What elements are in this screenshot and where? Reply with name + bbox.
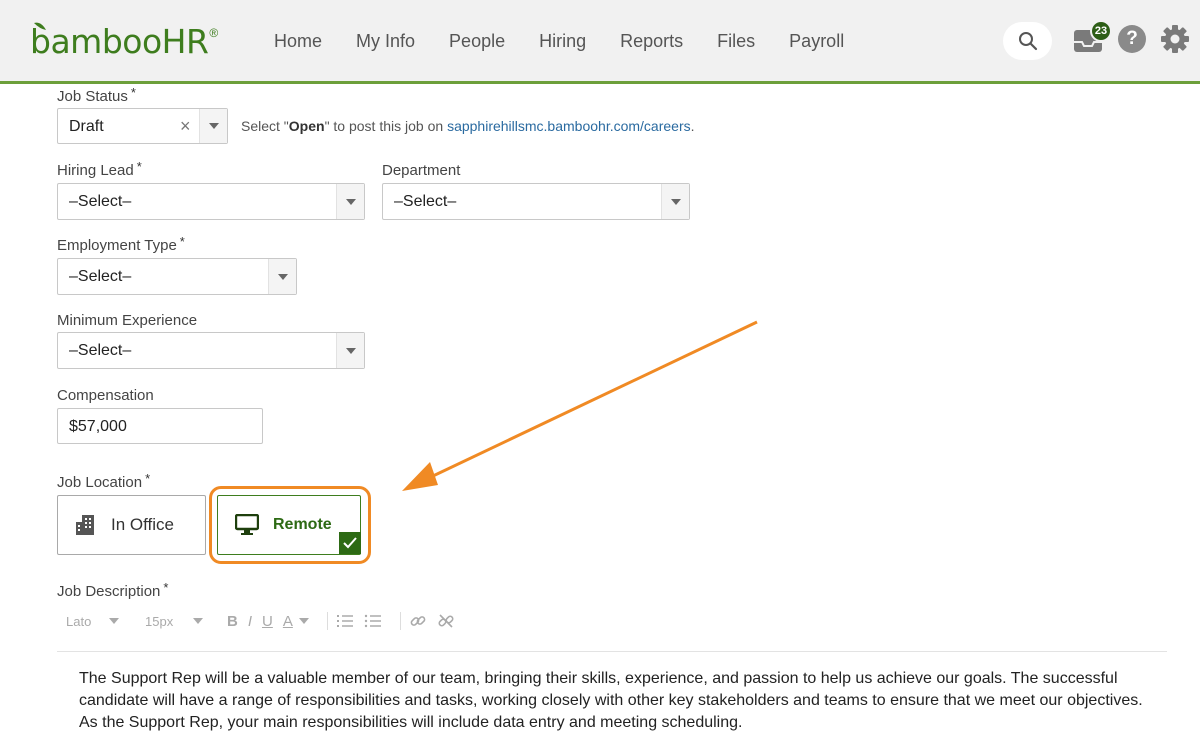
font-family-value: Lato — [66, 613, 92, 629]
annotation-arrow — [402, 320, 758, 491]
careers-link[interactable]: sapphirehillsmc.bamboohr.com/careers — [447, 118, 691, 134]
link-icon[interactable] — [409, 612, 427, 630]
chevron-down-icon[interactable] — [199, 109, 227, 143]
chevron-down-icon[interactable] — [268, 259, 296, 294]
unlink-icon[interactable] — [437, 612, 455, 630]
min-experience-select[interactable]: –Select– — [57, 332, 365, 369]
font-size-value: 15px — [145, 613, 174, 629]
editor-divider — [57, 651, 1167, 652]
chevron-down-icon[interactable] — [336, 333, 364, 368]
bold-button[interactable]: B — [227, 613, 238, 630]
toolbar-divider — [326, 612, 328, 630]
bamboohr-logo[interactable]: bamboo HR ® — [30, 18, 218, 62]
employment-type-label: Employment Type * — [57, 234, 185, 254]
employment-type-select[interactable]: –Select– — [57, 258, 297, 295]
job-description-label-text: Job Description — [57, 583, 161, 600]
job-status-value: Draft — [69, 118, 104, 135]
nav-files[interactable]: Files — [717, 28, 755, 54]
job-description-editor[interactable]: The Support Rep will be a valuable membe… — [79, 668, 1159, 734]
employment-type-value: –Select– — [69, 268, 132, 285]
nav-reports[interactable]: Reports — [620, 28, 683, 54]
clear-icon[interactable]: × — [180, 116, 191, 137]
help-icon[interactable]: ? — [1118, 25, 1146, 53]
inbox-count-badge: 23 — [1090, 20, 1112, 42]
chevron-down-icon[interactable] — [336, 184, 364, 219]
nav-home[interactable]: Home — [274, 28, 322, 54]
top-header: bamboo HR ® Home My Info People Hiring Rep… — [0, 0, 1200, 84]
required-mark: * — [179, 234, 185, 249]
department-value: –Select– — [394, 193, 457, 210]
search-icon — [1018, 32, 1037, 51]
hint-open: Open — [288, 118, 325, 134]
leaf-icon — [34, 22, 46, 30]
hint-prefix: Select " — [241, 118, 289, 134]
main-nav: Home My Info People Hiring Reports Files… — [274, 28, 878, 54]
bullet-list-icon[interactable] — [364, 613, 382, 629]
ordered-list-icon[interactable] — [336, 613, 354, 629]
job-status-hint: Select "Open" to post this job on sapphi… — [241, 118, 695, 134]
min-experience-value: –Select– — [69, 342, 132, 359]
logo-hr: HR — [161, 22, 209, 61]
hiring-lead-value: –Select– — [69, 193, 132, 210]
chevron-down-icon[interactable] — [661, 184, 689, 219]
search-button[interactable] — [1003, 22, 1052, 60]
toolbar-divider — [399, 612, 401, 630]
nav-payroll[interactable]: Payroll — [789, 28, 844, 54]
nav-hiring[interactable]: Hiring — [539, 28, 586, 54]
nav-my-info[interactable]: My Info — [356, 28, 415, 54]
min-experience-label: Minimum Experience — [57, 312, 198, 329]
job-status-label-text: Job Status — [57, 88, 128, 105]
building-icon — [76, 515, 94, 535]
hiring-lead-select[interactable]: –Select– — [57, 183, 365, 220]
hint-mid: " to post this job on — [324, 118, 448, 134]
font-size-select[interactable]: 15px — [145, 614, 217, 629]
job-status-select[interactable]: Draft × — [57, 108, 228, 144]
required-mark: * — [163, 580, 169, 595]
in-office-label: In Office — [111, 515, 174, 534]
underline-button[interactable]: U — [262, 613, 273, 630]
nav-people[interactable]: People — [449, 28, 505, 54]
hiring-lead-label: Hiring Lead * — [57, 159, 142, 179]
italic-button[interactable]: I — [248, 613, 252, 630]
text-color-button[interactable]: A — [283, 613, 309, 630]
compensation-input[interactable]: $57,000 — [57, 408, 263, 444]
editor-toolbar: Lato 15px B I U A — [57, 608, 465, 634]
text-color-glyph: A — [282, 612, 293, 630]
employment-type-label-text: Employment Type — [57, 237, 177, 254]
hiring-lead-label-text: Hiring Lead — [57, 162, 134, 179]
job-location-label: Job Location * — [57, 471, 151, 491]
compensation-label: Compensation — [57, 387, 154, 404]
required-mark: * — [145, 471, 151, 486]
compensation-value: $57,000 — [69, 418, 127, 435]
job-description-label: Job Description * — [57, 580, 169, 600]
in-office-option[interactable]: In Office — [57, 495, 206, 555]
department-label: Department — [382, 162, 461, 179]
font-family-select[interactable]: Lato — [57, 614, 125, 629]
logo-registered: ® — [209, 26, 219, 40]
department-select[interactable]: –Select– — [382, 183, 690, 220]
hint-suffix: . — [690, 118, 695, 134]
required-mark: * — [130, 85, 136, 100]
gear-icon[interactable] — [1160, 24, 1190, 54]
remote-highlight-outline — [209, 486, 371, 564]
required-mark: * — [136, 159, 142, 174]
job-status-label: Job Status * — [57, 85, 136, 105]
job-location-label-text: Job Location — [57, 474, 143, 491]
